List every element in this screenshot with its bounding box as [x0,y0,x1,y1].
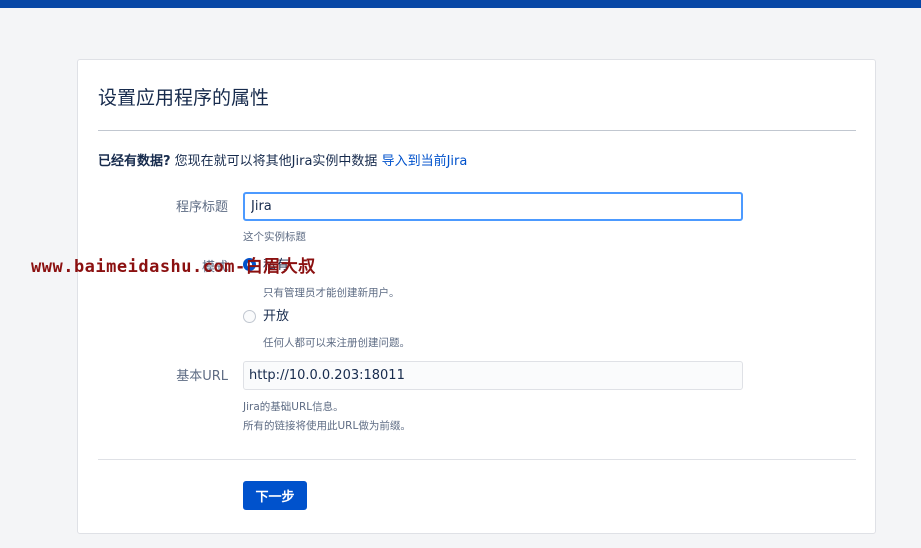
watermark-text: www.baimeidashu.com-白眉大叔 [31,257,316,277]
footer-divider [98,459,856,460]
base-url-label: 基本URL [176,369,228,384]
page-title: 设置应用程序的属性 [98,87,270,109]
existing-data-text: 您现在就可以将其他Jira实例中数据 [170,154,382,169]
base-url-help-line2: 所有的链接将使用此URL做为前缀。 [243,420,411,432]
mode-public-help: 任何人都可以来注册创建问题。 [263,337,410,349]
title-divider [98,130,856,131]
next-button[interactable]: 下一步 [243,481,307,510]
base-url-help-line1: Jira的基础URL信息。 [243,401,344,413]
app-title-input[interactable] [243,192,743,221]
mode-private-help: 只有管理员才能创建新用户。 [263,287,400,299]
mode-public-label[interactable]: 开放 [263,308,289,326]
app-title-label: 程序标题 [175,200,228,215]
mode-public-radio[interactable] [243,310,256,323]
import-data-link[interactable]: 导入到当前Jira [382,154,468,169]
top-navigation-bar [0,0,921,8]
base-url-input[interactable] [243,361,743,390]
existing-data-notice: 已经有数据? 您现在就可以将其他Jira实例中数据 导入到当前Jira [98,153,467,171]
existing-data-bold: 已经有数据? [98,154,171,169]
app-title-help: 这个实例标题 [243,231,306,243]
setup-panel: 设置应用程序的属性 已经有数据? 您现在就可以将其他Jira实例中数据 导入到当… [77,59,876,534]
